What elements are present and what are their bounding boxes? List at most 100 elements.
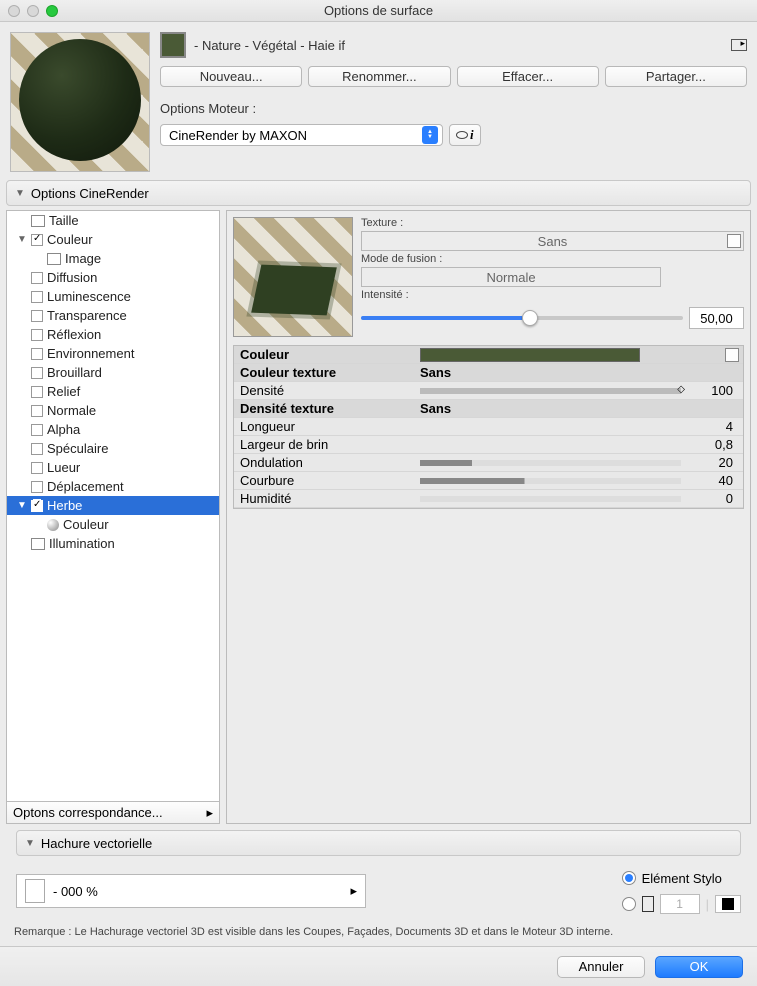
prop-row-curve[interactable]: Courbure40 [234,472,743,490]
material-preview-sphere [10,32,150,172]
tree-item-diffusion[interactable]: Diffusion [7,268,219,287]
material-name: - Nature - Végétal - Haie if [194,38,723,53]
tree-item-specular[interactable]: Spéculaire [7,439,219,458]
ok-button[interactable]: OK [655,956,743,978]
tree-item-transparency[interactable]: Transparence [7,306,219,325]
prop-row-color[interactable]: Couleur [234,346,743,364]
checkbox-icon[interactable] [31,500,43,512]
tree-item-alpha[interactable]: Alpha [7,420,219,439]
hatch-pattern-select[interactable]: - 000 % ▸ [16,874,366,908]
tree-item-grass[interactable]: ▼Herbe [7,496,219,515]
prop-row-wave[interactable]: Ondulation20 [234,454,743,472]
tree-item-glow[interactable]: Lueur [7,458,219,477]
engine-info-button[interactable]: i [449,124,481,146]
checkbox-icon[interactable] [31,329,43,341]
checkbox-icon[interactable] [31,462,43,474]
tree-item-luminescence[interactable]: Luminescence [7,287,219,306]
chevron-updown-icon: ▲▼ [422,126,438,144]
export-icon[interactable] [731,39,747,51]
checkbox-icon[interactable] [31,481,43,493]
radio-element-stylo[interactable]: Elément Stylo [622,868,741,888]
prop-row-humidity[interactable]: Humidité0 [234,490,743,508]
material-swatch[interactable] [160,32,186,58]
blend-label: Mode de fusion : [361,253,744,265]
humidity-slider[interactable] [420,496,681,502]
tree-item-grass-color[interactable]: Couleur [7,515,219,534]
section-hatch-label: Hachure vectorielle [41,836,152,851]
checkbox-icon[interactable] [31,443,43,455]
engine-value: CineRender by MAXON [169,128,307,143]
checkbox-icon[interactable] [31,348,43,360]
radio-off-icon [622,897,636,911]
pen-color-swatch[interactable] [715,895,741,913]
titlebar: Options de surface [0,0,757,22]
section-cinerender[interactable]: ▼ Options CineRender [6,180,751,206]
intensity-slider[interactable] [361,316,683,320]
section-cinerender-label: Options CineRender [31,186,149,201]
intensity-input[interactable] [689,307,744,329]
illumination-icon [31,538,45,550]
tree-item-illumination[interactable]: Illumination [7,534,219,553]
prop-row-tex-density[interactable]: Densité textureSans [234,400,743,418]
checkbox-icon[interactable] [31,386,43,398]
intensity-label: Intensité : [361,289,744,301]
picker-icon[interactable] [725,348,739,362]
checkbox-icon[interactable] [31,367,43,379]
wave-slider[interactable] [420,460,681,466]
prop-row-tex-color[interactable]: Couleur textureSans [234,364,743,382]
channel-preview [233,217,353,337]
blend-mode-field[interactable]: Normale [361,267,661,287]
checkbox-icon[interactable] [31,234,43,246]
picker-icon[interactable] [727,234,741,248]
grass-properties-table: Couleur Couleur textureSans Densité◇100 … [233,345,744,509]
checkbox-icon[interactable] [31,405,43,417]
dialog-footer: Annuler OK [0,946,757,986]
prop-row-density[interactable]: Densité◇100 [234,382,743,400]
radio-pen-settings[interactable]: | [622,894,741,914]
remark-text: Remarque : Le Hachurage vectoriel 3D est… [0,926,757,946]
tree-item-relief[interactable]: Relief [7,382,219,401]
tree-item-environment[interactable]: Environnement [7,344,219,363]
checkbox-icon[interactable] [31,291,43,303]
tree-item-displacement[interactable]: Déplacement [7,477,219,496]
pen-icon [642,896,654,912]
checkbox-icon[interactable] [31,272,43,284]
channel-tree: Taille ▼Couleur Image Diffusion Luminesc… [6,210,220,824]
cancel-button[interactable]: Annuler [557,956,645,978]
density-slider[interactable]: ◇ [420,388,681,394]
chevron-right-icon: ▸ [350,883,357,899]
info-icon: i [470,127,474,143]
image-icon [47,253,61,265]
new-button[interactable]: Nouveau... [160,66,302,87]
engine-select[interactable]: CineRender by MAXON ▲▼ [160,124,443,146]
checkbox-icon[interactable] [31,310,43,322]
window-title: Options de surface [0,3,757,18]
texture-label: Texture : [361,217,744,229]
section-hatch[interactable]: ▼ Hachure vectorielle [16,830,741,856]
rename-button[interactable]: Renommer... [308,66,450,87]
slider-thumb-icon[interactable] [522,310,538,326]
curve-slider[interactable] [420,478,681,484]
tree-item-fog[interactable]: Brouillard [7,363,219,382]
checkbox-icon[interactable] [31,424,43,436]
disclosure-triangle-icon: ▼ [25,838,35,849]
tree-item-color[interactable]: ▼Couleur [7,230,219,249]
arrow-icon: ◇ [677,384,685,395]
tree-item-normal[interactable]: Normale [7,401,219,420]
prop-row-length[interactable]: Longueur4 [234,418,743,436]
prop-row-blade-width[interactable]: Largeur de brin0,8 [234,436,743,454]
pen-weight-input[interactable] [660,894,700,914]
texture-field[interactable]: Sans [361,231,744,251]
color-swatch[interactable] [420,348,640,362]
sphere-icon [47,519,59,531]
tree-item-size[interactable]: Taille [7,211,219,230]
size-icon [31,215,45,227]
delete-button[interactable]: Effacer... [457,66,599,87]
engine-label: Options Moteur : [160,101,747,116]
tree-footer-button[interactable]: Optons correspondance... ▸ [7,801,219,823]
share-button[interactable]: Partager... [605,66,747,87]
tree-item-image[interactable]: Image [7,249,219,268]
chevron-right-icon: ▸ [206,805,213,821]
disclosure-triangle-icon: ▼ [15,188,25,199]
tree-item-reflection[interactable]: Réflexion [7,325,219,344]
